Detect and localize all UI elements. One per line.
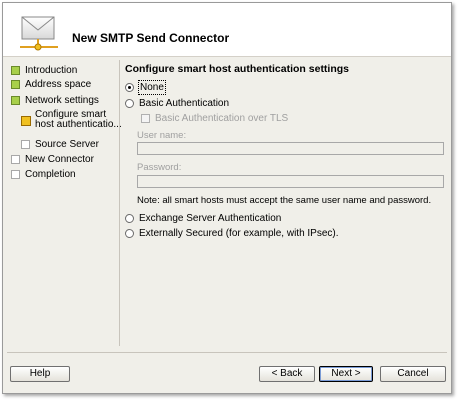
username-field[interactable] (137, 142, 444, 155)
radio-icon (125, 214, 134, 223)
help-button[interactable]: Help (10, 366, 70, 382)
step-current-icon (21, 116, 31, 126)
wizard-title: New SMTP Send Connector (72, 31, 230, 45)
section-heading: Configure smart host authentication sett… (125, 63, 350, 75)
step-pending-icon (11, 155, 20, 164)
step-pending-icon (11, 170, 20, 179)
wizard-header: New SMTP Send Connector (3, 3, 451, 57)
step-complete-icon (11, 66, 20, 75)
password-label: Password: (137, 162, 182, 173)
wizard-window: New SMTP Send Connector Introduction Add… (2, 2, 452, 394)
back-button[interactable]: < Back (259, 366, 315, 382)
radio-icon (125, 99, 134, 108)
footer-divider (7, 352, 447, 353)
shared-credentials-note: Note: all smart hosts must accept the sa… (137, 195, 432, 206)
nav-divider (119, 60, 120, 346)
smtp-connector-envelope-icon (20, 16, 58, 51)
step-complete-icon (11, 80, 20, 89)
radio-icon (125, 229, 134, 238)
wizard-steps-nav: Introduction Address space Network setti… (3, 59, 122, 349)
cancel-button[interactable]: Cancel (380, 366, 446, 382)
password-field[interactable] (137, 175, 444, 188)
next-button[interactable]: Next > (319, 366, 373, 382)
username-label: User name: (137, 130, 187, 141)
auth-settings-panel: Configure smart host authentication sett… (123, 61, 448, 346)
checkbox-icon (141, 114, 150, 123)
radio-selected-icon (125, 83, 134, 92)
step-complete-icon (11, 96, 20, 105)
step-pending-icon (21, 140, 30, 149)
